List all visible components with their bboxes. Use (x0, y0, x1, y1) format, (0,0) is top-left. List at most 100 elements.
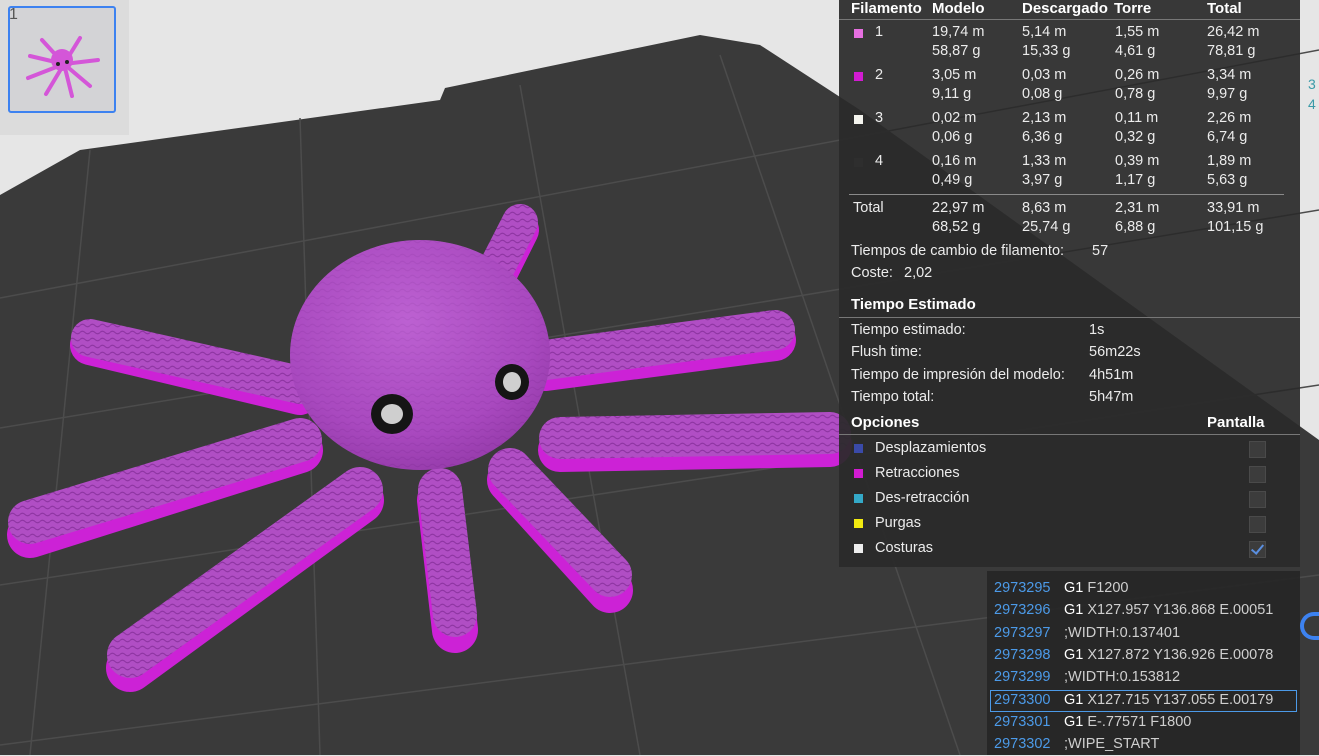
time-divider (839, 317, 1300, 318)
total-total-length: 33,91 m (1207, 200, 1260, 216)
filament-descargado-weight: 3,97 g (1022, 172, 1063, 188)
plate-index: 1 (9, 6, 18, 23)
gcode-line-number: 2973296 (994, 602, 1051, 619)
time-label: Tiempo total: (851, 388, 935, 405)
edge-glyph-1: 3 (1308, 76, 1316, 92)
options-divider (839, 434, 1300, 435)
filament-total-weight: 9,97 g (1207, 86, 1248, 102)
gcode-command: G1 (1064, 602, 1084, 619)
option-color-swatch (854, 444, 863, 453)
filament-color-swatch (854, 115, 863, 124)
col-header-total: Total (1207, 0, 1242, 17)
option-label: Retracciones (875, 465, 960, 481)
gcode-line-number: 2973300 (994, 691, 1051, 708)
option-color-swatch (854, 544, 863, 553)
gcode-line-number: 2973295 (994, 580, 1051, 596)
filament-descargado-length: 0,03 m (1022, 67, 1067, 83)
gcode-arguments: F1200 (1087, 580, 1129, 596)
gcode-line[interactable]: 2973295 G1 F1200 (987, 578, 1300, 600)
filament-total-length: 3,34 m (1207, 67, 1252, 83)
gcode-line[interactable]: 2973299 ;WIDTH:0.153812 (987, 667, 1300, 689)
display-checkbox[interactable] (1249, 516, 1266, 533)
gcode-line-number: 2973302 (994, 736, 1051, 753)
display-checkbox[interactable] (1249, 441, 1266, 458)
gcode-line-number: 2973299 (994, 669, 1051, 686)
option-label: Costuras (875, 540, 934, 556)
gcode-line[interactable]: 2973298 G1 X127.872 Y136.926 E.00078 (987, 645, 1300, 667)
filament-changes-value: 57 (1092, 243, 1109, 259)
gcode-viewer[interactable]: 2973295 G1 F1200 2973296 G1 X127.957 Y136.8… (987, 571, 1300, 755)
filament-descargado-length: 5,14 m (1022, 24, 1067, 40)
filament-modelo-length: 0,16 m (932, 153, 977, 169)
total-divider (849, 194, 1284, 195)
gcode-line[interactable]: 2973297 ;WIDTH:0.137401 (987, 623, 1300, 645)
filament-descargado-length: 2,13 m (1022, 110, 1067, 126)
display-checkbox[interactable] (1249, 541, 1266, 558)
display-checkbox[interactable] (1249, 491, 1266, 508)
total-descargado-length: 8,63 m (1022, 200, 1067, 216)
filament-descargado-weight: 6,36 g (1022, 129, 1063, 145)
filament-color-swatch (854, 158, 863, 167)
total-modelo-length: 22,97 m (932, 200, 985, 216)
total-torre-length: 2,31 m (1115, 200, 1160, 216)
gcode-line[interactable]: 2973302 ;WIPE_START (987, 734, 1300, 756)
option-color-swatch (854, 469, 863, 478)
filament-color-swatch (854, 29, 863, 38)
options-section-title: Opciones (851, 414, 920, 431)
gcode-command: G1 (1064, 646, 1084, 663)
gcode-arguments: ;WIDTH:0.137401 (1064, 624, 1181, 641)
gcode-line-number: 2973301 (994, 713, 1051, 730)
filament-descargado-weight: 0,08 g (1022, 86, 1063, 102)
col-header-descargado: Descargado (1022, 0, 1108, 17)
filament-modelo-length: 3,05 m (932, 67, 977, 83)
col-header-modelo: Modelo (932, 0, 985, 17)
total-torre-weight: 6,88 g (1115, 219, 1156, 235)
gcode-arguments: X127.872 Y136.926 E.00078 (1087, 646, 1274, 663)
filament-descargado-weight: 15,33 g (1022, 43, 1071, 59)
total-modelo-weight: 68,52 g (932, 219, 981, 235)
gcode-command: G1 (1064, 580, 1084, 596)
filament-total-weight: 5,63 g (1207, 172, 1248, 188)
gcode-arguments: E-.77571 F1800 (1087, 713, 1192, 730)
total-descargado-weight: 25,74 g (1022, 219, 1071, 235)
plate-thumbnail[interactable] (8, 6, 116, 113)
gcode-arguments: X127.957 Y136.868 E.00051 (1087, 602, 1274, 619)
col-header-filamento: Filamento (851, 0, 922, 17)
gcode-line[interactable]: 2973296 G1 X127.957 Y136.868 E.00051 (987, 600, 1300, 622)
slice-stats-panel: Filamento Modelo Descargado Torre Total … (839, 0, 1300, 567)
filament-modelo-weight: 58,87 g (932, 43, 981, 59)
filament-torre-length: 0,11 m (1115, 110, 1159, 126)
time-label: Flush time: (851, 344, 922, 361)
cost-label: Coste: (851, 265, 893, 281)
filament-total-length: 1,89 m (1207, 153, 1252, 169)
time-label: Tiempo estimado: (851, 322, 966, 338)
option-color-swatch (854, 519, 863, 528)
gcode-line-selected[interactable]: 2973300 G1 X127.715 Y137.055 E.00179 (990, 689, 1297, 712)
filament-total-length: 26,42 m (1207, 24, 1260, 40)
gcode-line[interactable]: 2973301 G1 E-.77571 F1800 (987, 712, 1300, 734)
filament-modelo-length: 0,02 m (932, 110, 977, 126)
total-total-weight: 101,15 g (1207, 219, 1264, 235)
filament-modelo-weight: 0,06 g (932, 129, 973, 145)
cost-value: 2,02 (904, 265, 933, 281)
filament-torre-weight: 4,61 g (1115, 43, 1156, 59)
time-label: Tiempo de impresión del modelo: (851, 366, 1065, 383)
col-header-torre: Torre (1114, 0, 1152, 17)
filament-torre-weight: 0,78 g (1115, 86, 1156, 102)
display-checkbox[interactable] (1249, 466, 1266, 483)
filament-modelo-weight: 0,49 g (932, 172, 973, 188)
gcode-arguments: X127.715 Y137.055 E.00179 (1087, 691, 1274, 708)
filament-total-weight: 6,74 g (1207, 129, 1248, 145)
filament-torre-length: 0,39 m (1115, 153, 1160, 169)
filament-torre-length: 0,26 m (1115, 67, 1160, 83)
filament-torre-weight: 0,32 g (1115, 129, 1156, 145)
gcode-line-number: 2973298 (994, 646, 1051, 663)
option-color-swatch (854, 494, 863, 503)
edge-partial-text: 3 4 (1308, 74, 1316, 114)
filament-total-weight: 78,81 g (1207, 43, 1256, 59)
option-label: Des-retracción (875, 490, 970, 506)
filament-torre-weight: 1,17 g (1115, 172, 1156, 188)
total-label: Total (853, 200, 884, 216)
time-section-title: Tiempo Estimado (851, 296, 976, 313)
filament-changes-label: Tiempos de cambio de filamento: (851, 243, 1065, 259)
